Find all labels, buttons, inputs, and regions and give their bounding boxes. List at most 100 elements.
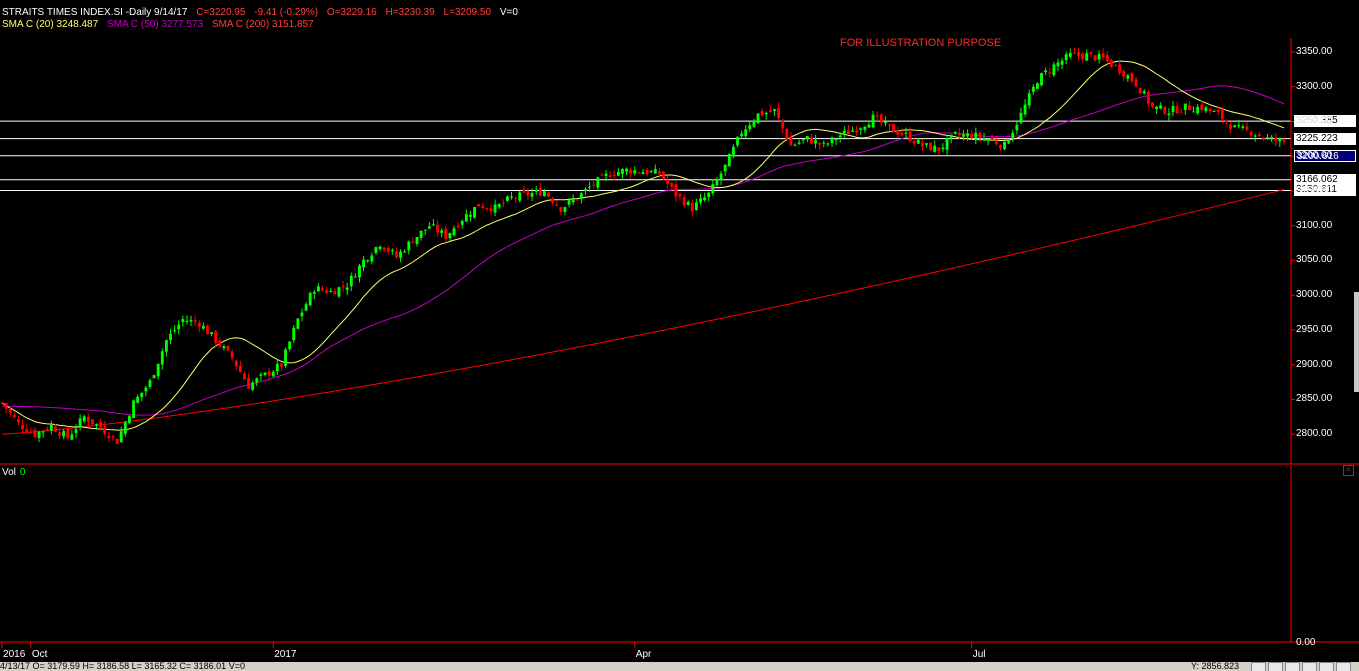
candle bbox=[625, 167, 629, 176]
candle bbox=[366, 259, 370, 263]
candle bbox=[230, 349, 234, 361]
candle bbox=[1085, 49, 1089, 61]
candle bbox=[937, 147, 941, 155]
grid-icon[interactable] bbox=[1251, 662, 1266, 671]
candle bbox=[210, 331, 214, 337]
close-icon[interactable]: × bbox=[1343, 465, 1354, 476]
candle bbox=[863, 125, 867, 133]
candle bbox=[748, 121, 752, 133]
candle bbox=[49, 420, 53, 435]
candle bbox=[1179, 108, 1183, 113]
candle bbox=[399, 249, 403, 263]
candle bbox=[288, 340, 292, 352]
candle bbox=[353, 273, 357, 278]
candle bbox=[440, 228, 444, 238]
candle bbox=[846, 125, 850, 135]
candle bbox=[1114, 64, 1117, 67]
candle bbox=[575, 199, 579, 201]
candle bbox=[1167, 108, 1171, 121]
candle bbox=[497, 203, 501, 210]
x-tick-label: Oct bbox=[31, 649, 48, 660]
candle bbox=[243, 371, 246, 380]
candle bbox=[41, 430, 45, 438]
candle bbox=[271, 369, 275, 378]
symbol-label: STRAITS TIMES INDEX.SI -Daily 9/14/17 bbox=[2, 7, 188, 18]
candle bbox=[1241, 124, 1245, 130]
candle bbox=[107, 431, 111, 443]
candle bbox=[1204, 105, 1208, 113]
candle bbox=[321, 285, 324, 292]
y-tick-label: 2850.00 bbox=[1296, 393, 1333, 405]
candle bbox=[370, 252, 374, 265]
candle bbox=[238, 360, 242, 373]
candle bbox=[1048, 67, 1052, 78]
candle bbox=[1109, 58, 1113, 68]
candle bbox=[251, 380, 255, 392]
candle bbox=[505, 195, 509, 202]
candle bbox=[518, 190, 522, 203]
candle bbox=[690, 199, 694, 216]
candle bbox=[789, 131, 793, 146]
candle bbox=[888, 124, 891, 131]
candle bbox=[201, 322, 205, 330]
candle bbox=[653, 164, 657, 174]
candle bbox=[464, 209, 468, 222]
x-tick-label: Jul bbox=[972, 649, 986, 660]
candle bbox=[1081, 52, 1085, 63]
y-tick-label: 2900.00 bbox=[1296, 358, 1333, 370]
candle bbox=[584, 187, 587, 195]
candle bbox=[197, 320, 201, 333]
candle bbox=[1188, 101, 1191, 111]
candle bbox=[468, 210, 472, 222]
zoom-icon[interactable] bbox=[1268, 662, 1283, 671]
candle bbox=[1089, 51, 1093, 58]
candle bbox=[929, 142, 933, 151]
candle bbox=[386, 245, 390, 255]
candle bbox=[312, 290, 316, 300]
candle bbox=[481, 202, 485, 209]
candle bbox=[707, 192, 711, 202]
candle bbox=[423, 229, 427, 235]
candle bbox=[1192, 106, 1195, 113]
candle bbox=[78, 414, 82, 431]
candle bbox=[522, 185, 526, 194]
y-tick-label: 3050.00 bbox=[1296, 254, 1333, 266]
indicator-header: SMA C (20) 3248.487 SMA C (50) 3277.573 … bbox=[2, 19, 320, 31]
candle bbox=[793, 143, 797, 147]
level-label: 3225.223 bbox=[1294, 132, 1356, 145]
candle bbox=[432, 219, 435, 226]
candle bbox=[115, 438, 119, 445]
candle bbox=[760, 108, 764, 117]
candle bbox=[1159, 102, 1163, 110]
menu-icon[interactable] bbox=[1336, 662, 1351, 671]
candle bbox=[247, 373, 251, 389]
crosshair-icon[interactable] bbox=[1285, 662, 1300, 671]
candle bbox=[814, 134, 818, 149]
volume-label: Vol bbox=[2, 467, 16, 478]
candle bbox=[169, 328, 172, 344]
candle bbox=[127, 414, 131, 425]
candle bbox=[637, 171, 641, 174]
window-icon[interactable] bbox=[1319, 662, 1334, 671]
settings-icon[interactable] bbox=[1302, 662, 1317, 671]
candle bbox=[1077, 47, 1080, 61]
candle bbox=[1027, 89, 1031, 109]
candle bbox=[855, 125, 859, 137]
candle bbox=[740, 130, 744, 139]
candle bbox=[768, 105, 772, 113]
candle bbox=[341, 280, 345, 292]
candle bbox=[851, 126, 854, 133]
y-tick-label: 2950.00 bbox=[1296, 323, 1333, 335]
status-bar: 4/13/17 O= 3179.59 H= 3186.58 L= 3165.32… bbox=[0, 662, 1359, 671]
candle bbox=[111, 434, 115, 441]
volume-axis-zero: 0.00 bbox=[1296, 637, 1316, 648]
candle bbox=[699, 193, 702, 205]
candle bbox=[711, 179, 715, 196]
candle bbox=[920, 139, 924, 151]
scrollbar-handle[interactable] bbox=[1354, 292, 1359, 392]
candle bbox=[1155, 106, 1159, 114]
candle bbox=[280, 362, 283, 371]
candle bbox=[629, 167, 633, 179]
status-ohlc: 4/13/17 O= 3179.59 H= 3186.58 L= 3165.32… bbox=[0, 662, 245, 671]
candle bbox=[892, 123, 896, 133]
